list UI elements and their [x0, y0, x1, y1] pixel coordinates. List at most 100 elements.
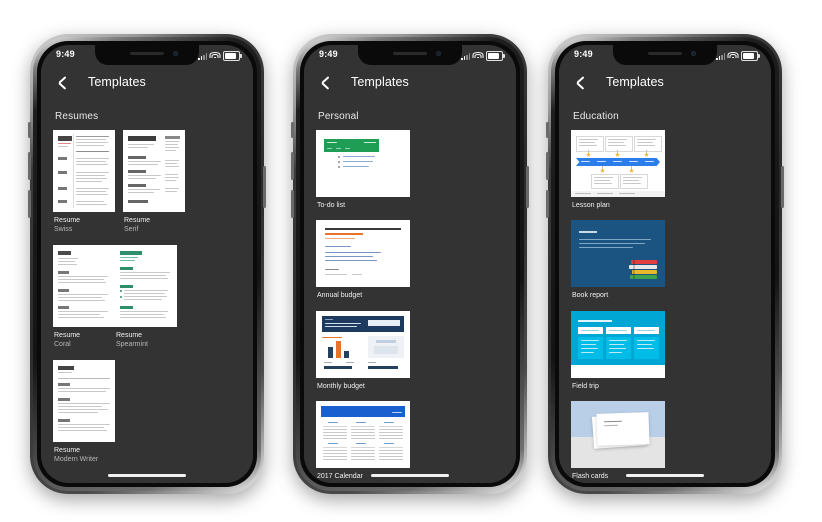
template-title: Resume — [54, 446, 81, 454]
chevron-left-icon[interactable] — [54, 75, 68, 93]
template-list-resumes[interactable]: Resumes Resume Swiss Resume Serif Resume… — [41, 101, 253, 483]
template-thumbnail-field-trip — [571, 310, 665, 378]
earpiece-speaker — [648, 52, 682, 55]
template-thumbnail-resume-spearmint — [115, 244, 177, 327]
template-card[interactable]: Resume Spearmint — [115, 244, 177, 350]
mute-switch[interactable] — [28, 122, 31, 138]
template-caption: Book report — [571, 291, 665, 300]
template-title: Monthly budget — [317, 382, 365, 390]
chevron-left-icon[interactable] — [317, 75, 331, 93]
template-title: Lesson plan — [572, 202, 610, 209]
template-title: Book report — [572, 292, 609, 300]
template-card[interactable]: Book report — [571, 220, 665, 300]
notch — [613, 45, 717, 65]
template-grid-personal: To-do list Annual budget Monthly budget … — [304, 130, 516, 483]
template-card[interactable]: 2017 Calendar — [316, 401, 410, 481]
template-card[interactable]: Resume Serif — [123, 130, 185, 235]
power-button[interactable] — [781, 166, 784, 208]
status-icons — [716, 51, 760, 61]
phone-screen-resumes: 9:49 Templates Resumes Resume Swiss Resu… — [41, 45, 253, 483]
status-icons — [198, 51, 242, 61]
template-list-education[interactable]: Education Lesson plan Book report Field … — [559, 101, 771, 483]
battery-icon — [741, 51, 760, 61]
template-caption: Monthly budget — [316, 382, 410, 391]
volume-down-button[interactable] — [291, 190, 294, 218]
section-header-education: Education — [573, 111, 619, 122]
earpiece-speaker — [393, 52, 427, 55]
template-title: Resume — [124, 217, 151, 224]
notch — [95, 45, 199, 65]
template-caption: Field trip — [571, 382, 665, 391]
chevron-left-icon[interactable] — [572, 75, 586, 93]
phone-device-education: 9:49 Templates Education Lesson plan Boo… — [546, 34, 784, 494]
section-header-resumes: Resumes — [55, 111, 99, 122]
template-title: Resume — [54, 217, 81, 224]
template-subtitle: Spearmint — [116, 341, 148, 349]
template-caption: Lesson plan — [571, 201, 665, 210]
template-card[interactable]: To-do list — [316, 130, 410, 210]
battery-icon — [486, 51, 505, 61]
status-time: 9:49 — [574, 49, 593, 59]
template-thumbnail-resume-coral — [53, 244, 115, 327]
mute-switch[interactable] — [546, 122, 549, 138]
template-thumbnail-resume-serif — [123, 130, 185, 212]
template-title: Resume — [116, 331, 143, 339]
template-thumbnail-resume-swiss — [53, 130, 115, 212]
template-grid-resumes: Resume Swiss Resume Serif Resume Coral R… — [41, 130, 253, 474]
front-camera-icon — [173, 51, 178, 56]
volume-up-button[interactable] — [546, 152, 549, 180]
template-title: Flash cards — [572, 473, 609, 481]
page-title: Templates — [351, 75, 409, 89]
home-indicator[interactable] — [371, 473, 449, 477]
status-icons — [461, 51, 505, 61]
signal-bars-icon — [198, 52, 207, 60]
template-title: To-do list — [317, 202, 346, 209]
signal-bars-icon — [461, 52, 470, 60]
template-thumbnail-2017-calendar — [316, 401, 410, 469]
volume-down-button[interactable] — [546, 190, 549, 218]
phone-device-resumes: 9:49 Templates Resumes Resume Swiss Resu… — [28, 34, 266, 494]
template-grid-education: Lesson plan Book report Field trip Flash… — [559, 130, 771, 483]
template-card[interactable]: Flash cards — [571, 401, 665, 481]
template-card[interactable]: Annual budget — [316, 220, 410, 300]
volume-up-button[interactable] — [28, 152, 31, 180]
template-subtitle: Modern Writer — [54, 456, 99, 464]
template-card[interactable]: Resume Coral — [53, 244, 115, 350]
template-title: Field trip — [572, 382, 599, 390]
template-card[interactable]: Field trip — [571, 310, 665, 391]
template-card[interactable]: Monthly budget — [316, 310, 410, 391]
screenshot-stage: 9:49 Templates Resumes Resume Swiss Resu… — [0, 0, 822, 522]
volume-down-button[interactable] — [28, 190, 31, 218]
template-card[interactable]: Resume Swiss — [53, 130, 115, 235]
earpiece-speaker — [130, 52, 164, 55]
mute-switch[interactable] — [291, 122, 294, 138]
signal-bars-icon — [716, 52, 725, 60]
template-caption: Resume Serif — [123, 216, 185, 235]
home-indicator[interactable] — [626, 473, 704, 477]
template-card[interactable]: Resume Modern Writer — [53, 359, 115, 465]
page-title: Templates — [88, 75, 146, 89]
power-button[interactable] — [526, 166, 529, 208]
template-card[interactable]: Lesson plan — [571, 130, 665, 210]
template-thumbnail-book-report — [571, 220, 665, 288]
template-thumbnail-flash-cards — [571, 401, 665, 469]
template-subtitle: Coral — [54, 341, 71, 349]
page-title: Templates — [606, 75, 664, 89]
status-time: 9:49 — [319, 49, 338, 59]
notch — [358, 45, 462, 65]
template-title: Annual budget — [317, 292, 363, 300]
template-thumbnail-todo-list — [316, 130, 410, 197]
template-title: Resume — [54, 331, 81, 339]
template-caption: To-do list — [316, 201, 410, 210]
template-caption: Resume Swiss — [53, 216, 115, 235]
phone-device-personal: 9:49 Templates Personal To-do list Annua… — [291, 34, 529, 494]
power-button[interactable] — [263, 166, 266, 208]
nav-bar: Templates — [559, 67, 771, 101]
home-indicator[interactable] — [108, 473, 186, 477]
template-list-personal[interactable]: Personal To-do list Annual budget Monthl… — [304, 101, 516, 483]
volume-up-button[interactable] — [291, 152, 294, 180]
template-subtitle: Swiss — [54, 226, 73, 234]
template-caption: Resume Spearmint — [115, 331, 177, 350]
battery-icon — [223, 51, 242, 61]
section-header-personal: Personal — [318, 111, 359, 122]
